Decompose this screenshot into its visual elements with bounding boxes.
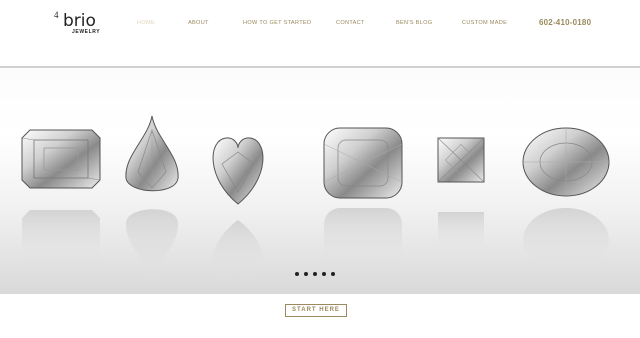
oval-reflection [523,208,609,272]
nav-about[interactable]: ABOUT [188,20,209,26]
oval-cut-diamond [522,127,610,197]
cushion-cut-diamond [323,127,403,199]
emerald-reflection [22,210,100,266]
pear-reflection [125,209,179,284]
nav-bens-blog[interactable]: BEN'S BLOG [396,20,432,26]
nav-home[interactable]: HOME [137,20,155,26]
site-header: 4 brio JEWELRY HOME ABOUT HOW TO GET STA… [0,0,640,66]
heart-cut-diamond [212,137,264,205]
slider-dot-2[interactable] [304,272,308,276]
slider-dot-1[interactable] [295,272,299,276]
nav-custom-made[interactable]: CUSTOM MADE [462,20,507,26]
slider-dot-5[interactable] [331,272,335,276]
nav-how-to-get-started[interactable]: HOW TO GET STARTED [243,20,311,26]
emerald-cut-diamond [21,129,101,189]
start-here-button[interactable]: START HERE [285,304,347,317]
slider-dot-3[interactable] [313,272,317,276]
heart-reflection [213,220,263,277]
logo-number: 4 [54,10,59,20]
diamonds-illustration [21,115,610,284]
princess-reflection [438,212,484,252]
pear-cut-diamond [125,115,179,192]
nav-contact[interactable]: CONTACT [336,20,365,26]
cta-section: START HERE [0,294,640,338]
slider-dot-4[interactable] [322,272,326,276]
phone-number[interactable]: 602-410-0180 [539,18,591,27]
hero-slider[interactable] [0,68,640,294]
princess-cut-diamond [437,137,485,183]
cushion-reflection [324,208,402,268]
